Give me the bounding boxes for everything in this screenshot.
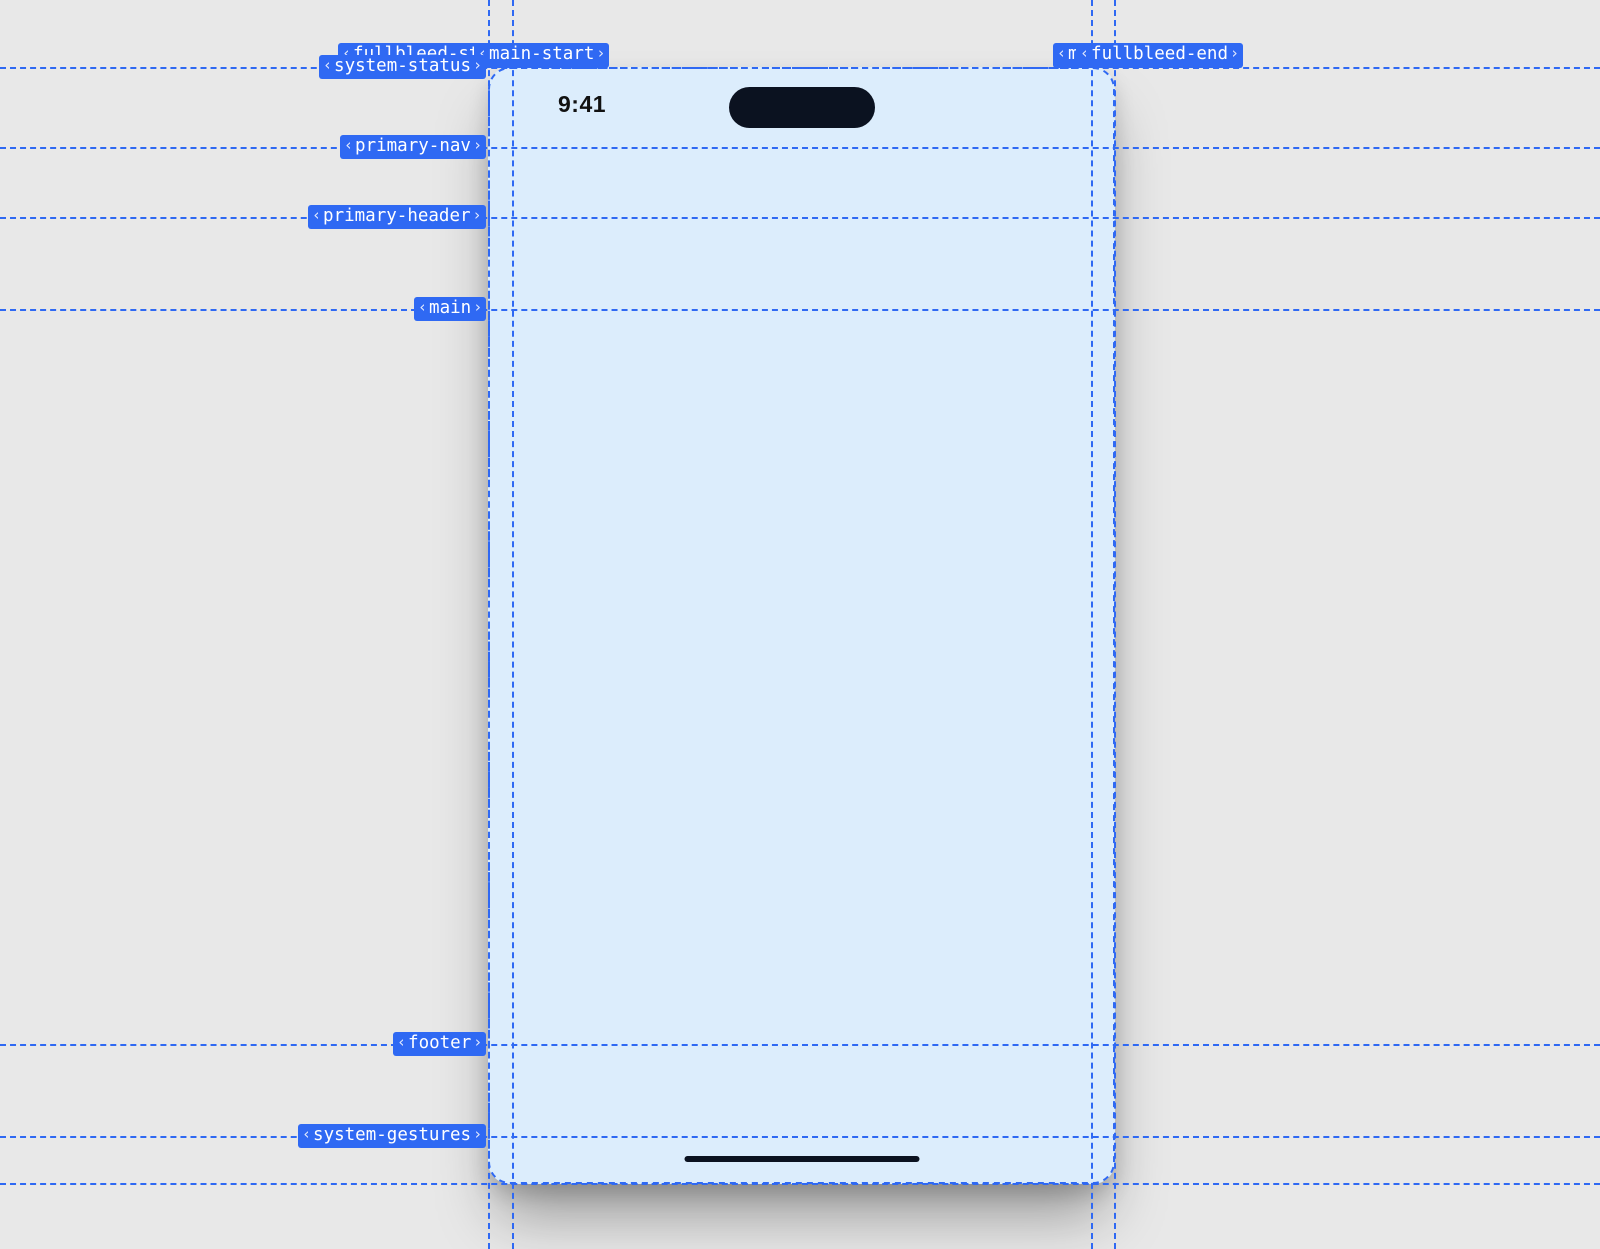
guide-tag-footer: footer [393,1032,486,1057]
guide-tag-system-status: system-status [319,55,486,80]
guide-tag-system-gestures: system-gestures [298,1124,486,1149]
phone-frame: 9:41 [488,67,1115,1184]
home-indicator [684,1156,919,1162]
guide-tag-primary-nav: primary-nav [340,135,486,160]
status-bar-time: 9:41 [558,91,606,118]
guide-tag-fullbleed-end: fullbleed-end [1076,43,1243,68]
guide-tag-main-start: main-start [474,43,609,68]
dynamic-island [729,87,875,128]
guide-tag-primary-header: primary-header [308,205,486,230]
guide-tag-main: main [414,297,486,322]
phone-outline [488,67,1115,1184]
